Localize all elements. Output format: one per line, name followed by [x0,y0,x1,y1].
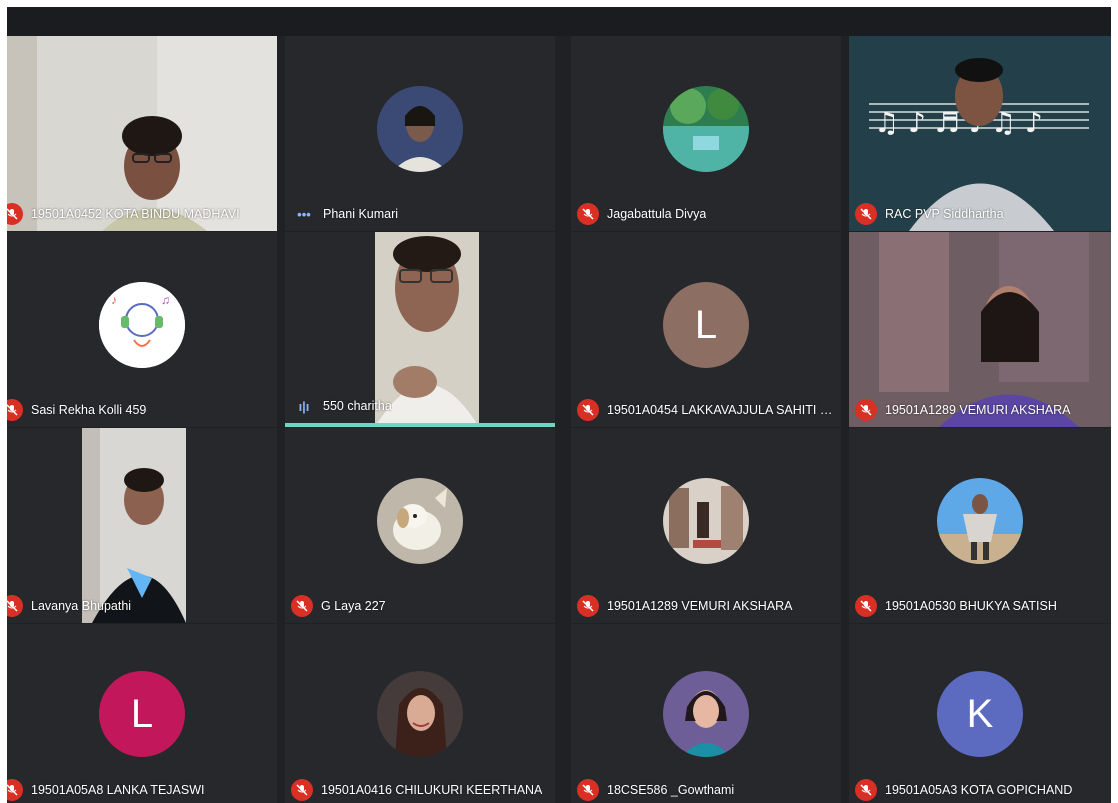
participant-tile-12[interactable]: 19501A0530 BHUKYA SATISH [849,428,1111,623]
meeting-stage: 19501A0452 KOTA BINDU MADHAVI ••• Phani … [7,7,1111,803]
participant-tile-4[interactable]: ♫ ♪ ♬ ♩ ♫ ♪ RAC PVP Siddhartha [849,36,1111,231]
participant-name-row: Lavanya Bhupathi [7,593,277,619]
participant-name-row: 19501A05A8 LANKA TEJASWI [7,777,277,803]
participant-tile-8[interactable]: 19501A1289 VEMURI AKSHARA [849,232,1111,427]
participant-tile-14[interactable]: 19501A0416 CHILUKURI KEERTHANA [285,624,555,803]
participant-name-row: ı|ı 550 charitha [285,393,555,419]
profile-drawing-headphones-icon: ♪ ♫ [99,282,185,368]
speaking-indicator-icon: ı|ı [298,398,310,414]
svg-text:♫: ♫ [161,293,170,307]
mic-muted-icon [7,203,23,225]
mic-muted-icon [855,779,877,801]
participant-name-row: Sasi Rekha Kolli 459 [7,397,277,423]
mic-muted-icon [291,595,313,617]
profile-photo-woman-icon [663,671,749,757]
participant-tile-1[interactable]: 19501A0452 KOTA BINDU MADHAVI [7,36,277,231]
active-speaker-bar [285,423,555,427]
participant-name: Phani Kumari [323,207,399,221]
svg-text:♪: ♪ [111,293,117,307]
profile-photo-landscape-icon [663,86,749,172]
participant-name-row: 19501A1289 VEMURI AKSHARA [849,397,1111,423]
participant-name: 18CSE586 _Gowthami [607,783,735,797]
participant-tile-3[interactable]: Jagabattula Divya [571,36,841,231]
letter-avatar-icon: L [663,282,749,368]
mic-muted-icon [7,779,23,801]
participant-name: 19501A0452 KOTA BINDU MADHAVI [31,207,240,221]
participant-name-row: 19501A05A3 KOTA GOPICHAND [849,777,1111,803]
mic-muted-icon [7,399,23,421]
profile-photo-woman-icon [377,86,463,172]
participant-name-row: 19501A0416 CHILUKURI KEERTHANA [285,777,555,803]
mic-muted-icon [291,779,313,801]
participant-name: RAC PVP Siddhartha [885,207,1004,221]
more-options-icon[interactable]: ••• [293,207,315,222]
mic-muted-icon [855,399,877,421]
participant-name-row: 18CSE586 _Gowthami [571,777,841,803]
participant-name: 19501A1289 VEMURI AKSHARA [885,403,1071,417]
participant-tile-7[interactable]: L 19501A0454 LAKKAVAJJULA SAHITI K... [571,232,841,427]
top-bar [7,7,1111,36]
participant-tile-13[interactable]: L 19501A05A8 LANKA TEJASWI [7,624,277,803]
participant-name-row: 19501A0454 LAKKAVAJJULA SAHITI K... [571,397,841,423]
profile-photo-man-icon [937,478,1023,564]
participant-name: 19501A05A3 KOTA GOPICHAND [885,783,1073,797]
participant-name: 19501A0416 CHILUKURI KEERTHANA [321,783,543,797]
participant-tile-6[interactable]: ı|ı 550 charitha [285,232,555,427]
participant-name: 19501A0530 BHUKYA SATISH [885,599,1057,613]
participant-name: 550 charitha [323,399,392,413]
letter-avatar-icon: L [99,671,185,757]
participant-tile-9[interactable]: Lavanya Bhupathi [7,428,277,623]
participant-name: Sasi Rekha Kolli 459 [31,403,147,417]
participant-name-row: RAC PVP Siddhartha [849,201,1111,227]
participant-name-row: 19501A1289 VEMURI AKSHARA [571,593,841,619]
letter-avatar-icon: K [937,671,1023,757]
mic-muted-icon [7,595,23,617]
participant-name: G Laya 227 [321,599,386,613]
participant-name-row: 19501A0452 KOTA BINDU MADHAVI [7,201,277,227]
mic-muted-icon [577,203,599,225]
mic-muted-icon [577,595,599,617]
participant-tile-10[interactable]: G Laya 227 [285,428,555,623]
profile-photo-woman-icon [377,671,463,757]
participant-name: 19501A0454 LAKKAVAJJULA SAHITI K... [607,403,837,417]
profile-photo-room-icon [663,478,749,564]
participant-name-row: ••• Phani Kumari [285,201,555,227]
mic-muted-icon [577,779,599,801]
mic-muted-icon [855,595,877,617]
participant-name: Lavanya Bhupathi [31,599,132,613]
profile-photo-dog-icon [377,478,463,564]
participant-name: 19501A1289 VEMURI AKSHARA [607,599,793,613]
mic-muted-icon [855,203,877,225]
participant-name-row: 19501A0530 BHUKYA SATISH [849,593,1111,619]
mic-muted-icon [577,399,599,421]
participant-name-row: G Laya 227 [285,593,555,619]
participant-tile-2[interactable]: ••• Phani Kumari [285,36,555,231]
participant-name: 19501A05A8 LANKA TEJASWI [31,783,205,797]
participant-name: Jagabattula Divya [607,207,707,221]
participant-tile-15[interactable]: 18CSE586 _Gowthami [571,624,841,803]
participant-tile-5[interactable]: ♪ ♫ Sasi Rekha Kolli 459 [7,232,277,427]
participant-name-row: Jagabattula Divya [571,201,841,227]
participant-grid: 19501A0452 KOTA BINDU MADHAVI ••• Phani … [7,36,1111,803]
participant-tile-11[interactable]: 19501A1289 VEMURI AKSHARA [571,428,841,623]
participant-tile-16[interactable]: K 19501A05A3 KOTA GOPICHAND [849,624,1111,803]
